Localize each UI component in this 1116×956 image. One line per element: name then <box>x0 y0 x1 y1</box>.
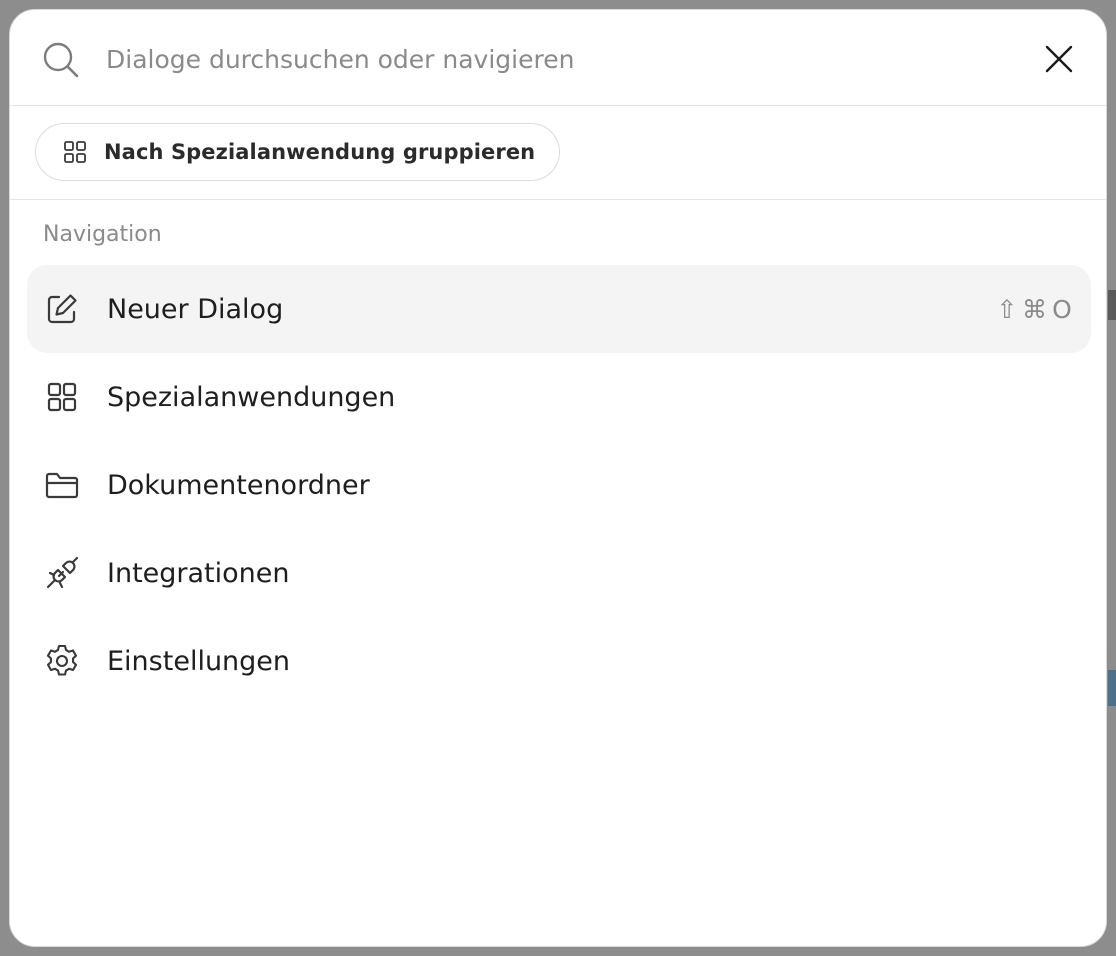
command-key-icon: ⌘ <box>1022 294 1047 324</box>
search-icon <box>43 42 79 78</box>
nav-item-new-dialog[interactable]: Neuer Dialog ⇧ ⌘ O <box>27 265 1091 353</box>
navigation-section-heading: Navigation <box>43 222 162 247</box>
group-by-special-app-label: Nach Spezialanwendung gruppieren <box>104 140 536 164</box>
nav-item-document-folders[interactable]: Dokumentenordner <box>27 441 1091 529</box>
backdrop-edge <box>1108 290 1116 320</box>
group-by-special-app-button[interactable]: Nach Spezialanwendung gruppieren <box>35 123 561 181</box>
edit-icon <box>44 291 80 327</box>
close-button[interactable] <box>1038 38 1080 80</box>
nav-item-integrations[interactable]: Integrationen <box>27 529 1091 617</box>
o-key: O <box>1052 294 1072 324</box>
grid-icon <box>44 379 80 415</box>
plug-icon <box>44 555 80 591</box>
navigation-list: Neuer Dialog ⇧ ⌘ O Spezialanwendungen Do… <box>27 265 1091 705</box>
search-bar <box>10 10 1106 106</box>
nav-item-label: Neuer Dialog <box>107 293 284 325</box>
shift-key-icon: ⇧ <box>996 294 1018 324</box>
command-palette-dialog: Nach Spezialanwendung gruppieren Navigat… <box>9 9 1107 947</box>
nav-item-special-apps[interactable]: Spezialanwendungen <box>27 353 1091 441</box>
nav-item-label: Einstellungen <box>107 645 291 677</box>
keyboard-shortcut: ⇧ ⌘ O <box>996 295 1073 324</box>
grid-icon <box>62 139 88 165</box>
close-icon <box>1045 45 1073 73</box>
nav-item-label: Dokumentenordner <box>107 469 370 501</box>
folder-icon <box>44 467 80 503</box>
gear-icon <box>44 643 80 679</box>
nav-item-label: Integrationen <box>107 557 290 589</box>
backdrop-edge <box>1108 670 1116 706</box>
nav-item-label: Spezialanwendungen <box>107 381 396 413</box>
filter-bar: Nach Spezialanwendung gruppieren <box>10 106 1106 200</box>
search-input[interactable] <box>106 34 1006 84</box>
nav-item-settings[interactable]: Einstellungen <box>27 617 1091 705</box>
